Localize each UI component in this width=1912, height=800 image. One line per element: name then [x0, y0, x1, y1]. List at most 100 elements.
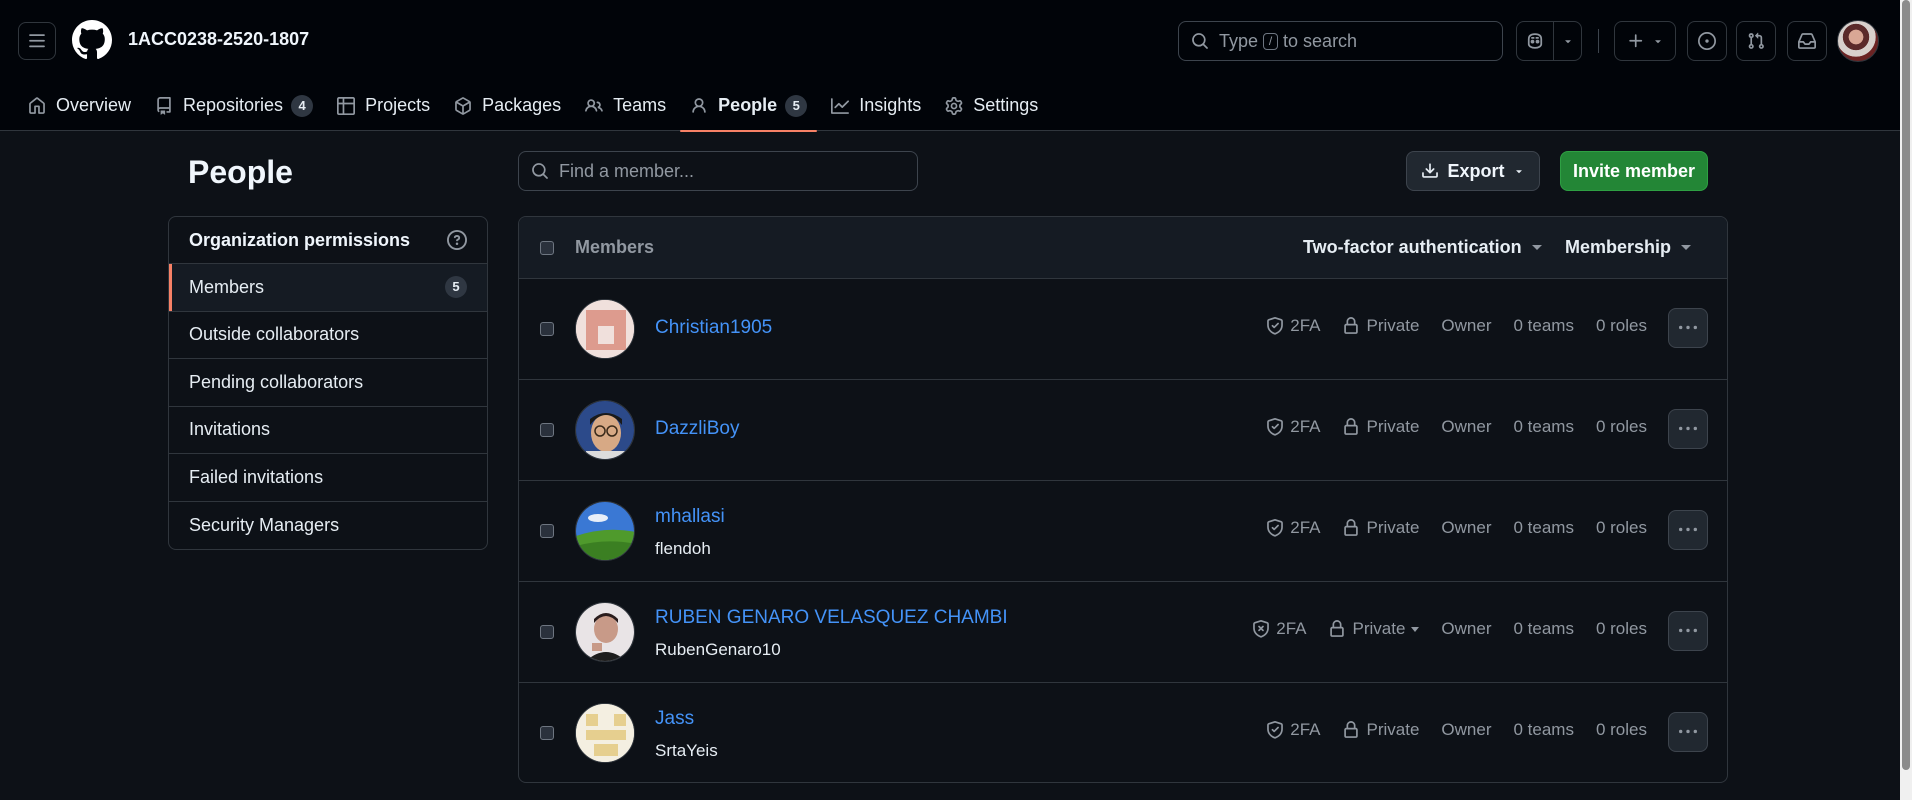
member-name-link[interactable]: RUBEN GENARO VELASQUEZ CHAMBI	[655, 607, 1008, 629]
avatar[interactable]	[575, 703, 635, 763]
member-name-link[interactable]: Christian1905	[655, 317, 772, 339]
member-name-link[interactable]: DazzliBoy	[655, 418, 739, 440]
member-name-link[interactable]: Jass	[655, 708, 694, 730]
tab-teams[interactable]: Teams	[575, 86, 676, 126]
member-checkbox[interactable]	[540, 322, 554, 336]
member-search-box	[518, 151, 918, 191]
member-actions-button[interactable]	[1668, 409, 1708, 449]
member-row: Christian1905 2FA Private Owner 0 teams …	[519, 279, 1727, 380]
shield-check-icon	[1267, 317, 1284, 335]
role-label: Owner	[1441, 720, 1492, 739]
visibility-label: Private	[1366, 417, 1420, 436]
identicon-image	[576, 704, 634, 762]
global-search-box[interactable]: Type / to search	[1178, 21, 1503, 61]
page-scrollbar-thumb[interactable]	[1902, 0, 1910, 770]
visibility-label: Private	[1366, 316, 1420, 335]
tab-settings[interactable]: Settings	[935, 86, 1048, 126]
member-actions-button[interactable]	[1668, 308, 1708, 348]
create-new-button[interactable]	[1614, 21, 1676, 61]
sidebar-item-security-managers[interactable]: Security Managers	[169, 502, 487, 550]
pull-requests-button[interactable]	[1736, 21, 1776, 61]
twofa-status: 2FA	[1266, 518, 1320, 538]
member-actions-button[interactable]	[1668, 712, 1708, 752]
sidebar-item-label: Security Managers	[189, 514, 340, 535]
copilot-dropdown-button[interactable]	[1553, 22, 1581, 60]
repo-icon	[157, 96, 171, 115]
lock-icon	[1344, 418, 1359, 435]
sidebar-item-invitations[interactable]: Invitations	[169, 407, 487, 454]
member-search-input[interactable]	[559, 160, 889, 182]
download-icon	[1422, 163, 1439, 178]
kebab-horizontal-icon	[1679, 527, 1697, 532]
filter-label: Two-factor authentication	[1303, 237, 1522, 257]
visibility-label: Private	[1366, 720, 1420, 739]
roles-count: 0 roles	[1595, 417, 1647, 436]
tab-people[interactable]: People 5	[680, 86, 818, 132]
lock-icon	[1330, 620, 1345, 637]
caret-down-icon	[1531, 245, 1542, 250]
teams-count: 0 teams	[1513, 417, 1574, 436]
member-checkbox[interactable]	[540, 423, 554, 437]
sidebar-heading-label: Organization permissions	[189, 229, 411, 250]
table-icon	[337, 96, 356, 115]
filter-label: Membership	[1565, 237, 1672, 257]
tab-repositories[interactable]: Repositories 4	[145, 86, 323, 126]
question-icon[interactable]	[447, 230, 467, 250]
copilot-button-group	[1516, 21, 1582, 61]
avatar[interactable]	[575, 501, 635, 561]
sidebar-item-outside-collaborators[interactable]: Outside collaborators	[169, 312, 487, 359]
tab-insights[interactable]: Insights	[821, 86, 931, 126]
kebab-horizontal-icon	[1679, 628, 1697, 633]
select-all-checkbox[interactable]	[540, 241, 554, 255]
avatar[interactable]	[575, 400, 635, 460]
member-meta: 2FA Private Owner 0 teams 0 roles	[1244, 316, 1647, 336]
avatar[interactable]	[575, 299, 635, 359]
member-name-link[interactable]: mhallasi	[655, 506, 725, 528]
member-checkbox[interactable]	[540, 726, 554, 740]
twofa-label: 2FA	[1290, 720, 1321, 739]
avatar[interactable]	[575, 602, 635, 662]
tab-overview[interactable]: Overview	[18, 86, 141, 126]
sidebar-item-pending-collaborators[interactable]: Pending collaborators	[169, 359, 487, 407]
member-meta: 2FA Private Owner 0 teams 0 roles	[1244, 518, 1647, 538]
tab-label: Settings	[973, 95, 1039, 115]
identicon-image	[576, 300, 634, 358]
sidebar-item-failed-invitations[interactable]: Failed invitations	[169, 454, 487, 502]
graph-icon	[831, 97, 850, 114]
tab-projects[interactable]: Projects	[327, 86, 440, 126]
member-checkbox[interactable]	[540, 524, 554, 538]
tab-label: Repositories	[183, 95, 284, 115]
visibility-label: Private	[1352, 619, 1406, 638]
triangle-down-icon	[1515, 170, 1522, 174]
role-label: Owner	[1441, 619, 1492, 638]
tab-label: Teams	[613, 95, 667, 115]
kebab-horizontal-icon	[1679, 325, 1697, 330]
member-row: RUBEN GENARO VELASQUEZ CHAMBI RubenGenar…	[519, 582, 1727, 683]
user-avatar-button[interactable]	[1837, 20, 1879, 62]
tab-packages[interactable]: Packages	[444, 86, 571, 126]
member-checkbox[interactable]	[540, 625, 554, 639]
export-button[interactable]: Export	[1406, 151, 1540, 191]
visibility-dropdown[interactable]: Private	[1328, 619, 1420, 639]
invite-member-button[interactable]: Invite member	[1560, 151, 1708, 191]
issues-button[interactable]	[1687, 21, 1727, 61]
role-label: Owner	[1441, 316, 1492, 335]
org-name-link[interactable]: 1ACC0238-2520-1807	[128, 29, 309, 50]
hamburger-menu-button[interactable]	[18, 22, 56, 60]
teams-count: 0 teams	[1513, 720, 1574, 739]
member-actions-button[interactable]	[1668, 510, 1708, 550]
notifications-button[interactable]	[1787, 21, 1827, 61]
twofa-label: 2FA	[1290, 316, 1321, 335]
role-label: Owner	[1441, 518, 1492, 537]
two-factor-filter-dropdown[interactable]: Two-factor authentication	[1303, 237, 1542, 258]
copilot-button[interactable]	[1517, 22, 1553, 60]
git-pull-request-icon	[1748, 32, 1764, 49]
tab-label: People	[718, 95, 778, 115]
sidebar-item-members[interactable]: Members 5	[169, 264, 487, 312]
twofa-status: 2FA	[1266, 316, 1320, 336]
github-logo-icon[interactable]	[72, 20, 112, 60]
member-actions-button[interactable]	[1668, 611, 1708, 651]
kebab-horizontal-icon	[1679, 729, 1697, 734]
membership-filter-dropdown[interactable]: Membership	[1565, 237, 1692, 258]
caret-down-icon	[1681, 245, 1692, 250]
